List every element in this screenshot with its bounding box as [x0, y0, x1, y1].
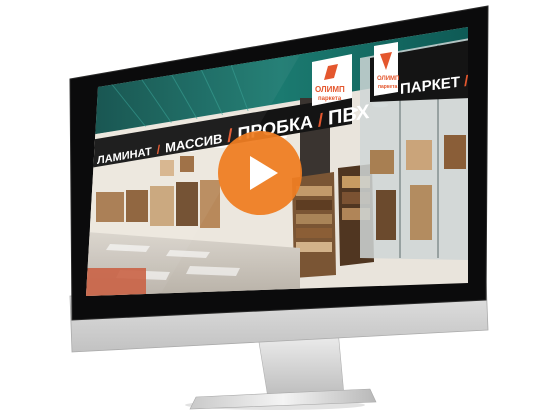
monitor-mockup: ЛАМИНАТ / МАССИВ / ПРОБКА / ПВХ ПАРКЕТ /…: [69, 5, 489, 410]
play-button[interactable]: [218, 131, 302, 215]
svg-text:паркета: паркета: [378, 84, 398, 90]
svg-text:паркета: паркета: [318, 96, 342, 102]
svg-text:ОЛИМП: ОЛИМП: [377, 76, 399, 82]
brand-logo: ОЛИМП паркета: [312, 54, 352, 106]
svg-text:ОЛИМП: ОЛИМП: [315, 85, 345, 94]
brand-logo-right: ОЛИМП паркета: [374, 42, 399, 96]
